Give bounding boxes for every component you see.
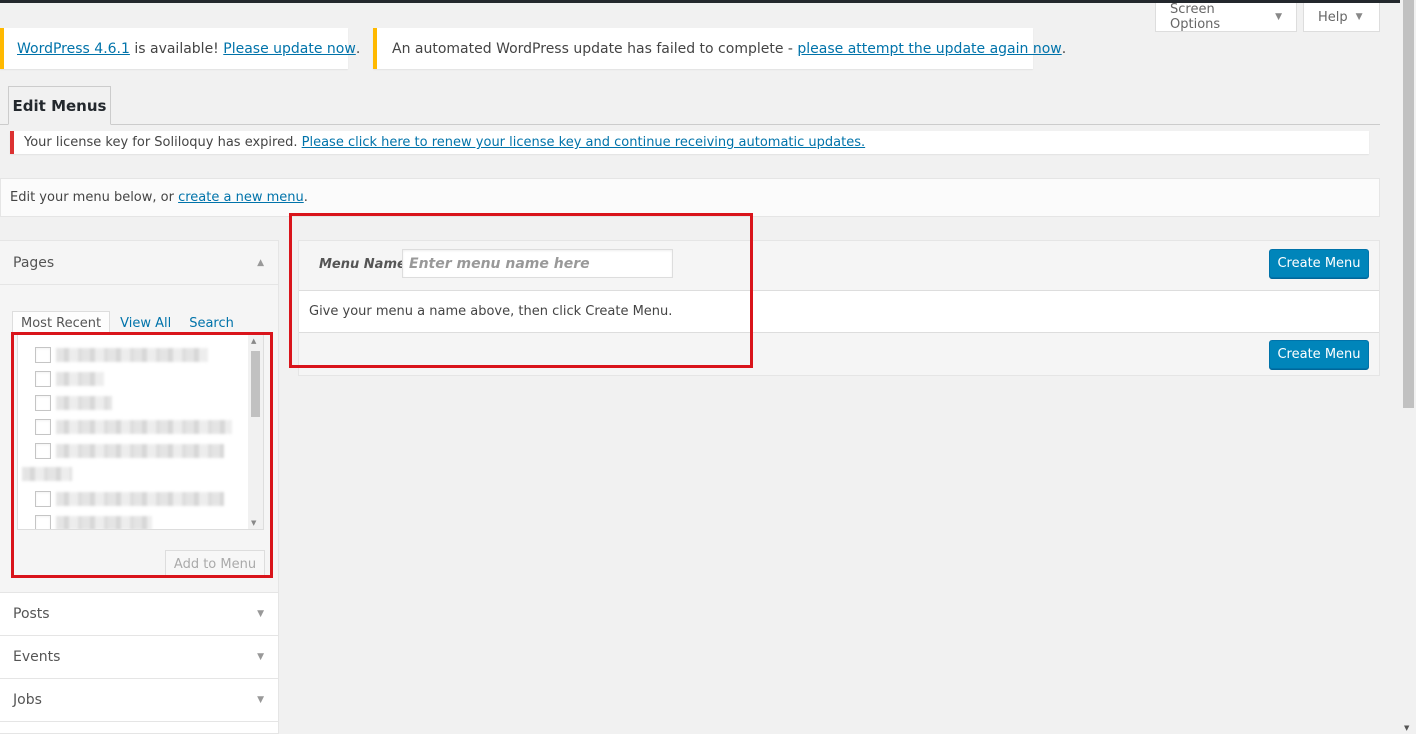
- accordion-section-events[interactable]: Events ▼: [0, 636, 278, 679]
- license-expired-notice: Your license key for Soliloquy has expir…: [10, 131, 1369, 154]
- tab-edit-menus[interactable]: Edit Menus: [8, 86, 111, 125]
- events-section-title: Events: [13, 649, 61, 665]
- scroll-down-icon[interactable]: ▼: [1404, 724, 1409, 732]
- redacted-page-title: [56, 516, 152, 529]
- tab-divider: [0, 124, 1380, 125]
- add-to-menu-button[interactable]: Add to Menu: [165, 550, 265, 578]
- page-scroll-thumb[interactable]: [1403, 0, 1414, 408]
- chevron-down-icon: ▼: [257, 609, 264, 619]
- menu-name-label: Menu Name: [319, 257, 406, 272]
- menu-name-input[interactable]: [402, 249, 673, 278]
- redacted-page-title: [56, 396, 112, 410]
- license-notice-text: Your license key for Soliloquy has expir…: [24, 135, 302, 150]
- create-menu-button-top[interactable]: Create Menu: [1269, 249, 1369, 278]
- redacted-page-title: [22, 467, 72, 481]
- chevron-down-icon: ▼: [257, 695, 264, 705]
- update-available-notice: WordPress 4.6.1 is available! Please upd…: [0, 28, 360, 69]
- chevron-down-icon: ▼: [1275, 12, 1282, 22]
- help-label: Help: [1318, 9, 1348, 25]
- jobs-section-title: Jobs: [13, 692, 42, 708]
- scroll-up-icon[interactable]: ▲: [251, 337, 256, 345]
- chevron-down-icon: ▼: [1355, 12, 1363, 22]
- menu-header: Menu Name Create Menu: [299, 241, 1379, 291]
- tab-most-recent[interactable]: Most Recent: [12, 311, 111, 335]
- checkbox[interactable]: [35, 371, 51, 387]
- help-button[interactable]: Help ▼: [1303, 3, 1380, 32]
- checkbox[interactable]: [35, 491, 51, 507]
- manage-text: Edit your menu below, or: [10, 190, 179, 205]
- list-item[interactable]: [35, 515, 152, 529]
- screen-options-label: Screen Options: [1170, 2, 1221, 32]
- pages-subtabs: Most Recent View All Search: [12, 311, 252, 335]
- pages-section-body: Most Recent View All Search ▲ ▼ Add to M…: [0, 285, 278, 593]
- checklist-scrollbar[interactable]: ▲ ▼: [248, 335, 263, 529]
- pages-checklist[interactable]: ▲ ▼: [17, 334, 264, 530]
- wordpress-version-link[interactable]: WordPress 4.6.1: [17, 41, 130, 57]
- checkbox[interactable]: [35, 443, 51, 459]
- scroll-down-icon[interactable]: ▼: [251, 519, 256, 527]
- list-item[interactable]: [35, 371, 104, 387]
- list-item[interactable]: [35, 443, 224, 459]
- list-item[interactable]: [35, 347, 208, 363]
- list-item[interactable]: [35, 395, 112, 411]
- update-failed-notice: An automated WordPress update has failed…: [373, 28, 1066, 69]
- redacted-page-title: [56, 444, 224, 458]
- accordion-section-jobs[interactable]: Jobs ▼: [0, 679, 278, 722]
- redacted-page-title: [56, 420, 232, 434]
- update-failed-tail: .: [1061, 40, 1067, 57]
- menu-footer: Create Menu: [299, 333, 1379, 375]
- checkbox[interactable]: [35, 419, 51, 435]
- please-update-link[interactable]: Please update now: [223, 41, 356, 57]
- list-item-continued: [22, 467, 72, 481]
- screen-options-button[interactable]: Screen Options ▼: [1155, 2, 1297, 32]
- redacted-page-title: [56, 372, 104, 386]
- manage-menus-bar: Edit your menu below, or create a new me…: [0, 178, 1380, 217]
- accordion-section-posts[interactable]: Posts ▼: [0, 593, 278, 636]
- checkbox[interactable]: [35, 347, 51, 363]
- list-item[interactable]: [35, 419, 232, 435]
- posts-section-title: Posts: [13, 606, 50, 622]
- redacted-page-title: [56, 348, 208, 362]
- menu-edit-panel: Menu Name Create Menu Give your menu a n…: [298, 240, 1380, 376]
- chevron-up-icon: ▲: [257, 257, 264, 268]
- attempt-update-link[interactable]: please attempt the update again now: [797, 41, 1061, 57]
- page-scrollbar[interactable]: ▼: [1400, 0, 1416, 734]
- create-menu-button-bottom[interactable]: Create Menu: [1269, 340, 1369, 369]
- renew-license-link[interactable]: Please click here to renew your license …: [302, 135, 866, 150]
- scroll-thumb[interactable]: [251, 351, 260, 417]
- manage-tail: .: [303, 190, 308, 205]
- checkbox[interactable]: [35, 395, 51, 411]
- checkbox[interactable]: [35, 515, 51, 529]
- pages-section-title: Pages: [13, 254, 55, 271]
- list-item[interactable]: [35, 491, 224, 507]
- menu-items-accordion: Pages ▲ Most Recent View All Search ▲ ▼ …: [0, 240, 279, 734]
- accordion-section-pages[interactable]: Pages ▲: [0, 241, 278, 285]
- create-new-menu-link[interactable]: create a new menu: [178, 190, 304, 205]
- tab-search[interactable]: Search: [189, 311, 234, 335]
- menu-instructions: Give your menu a name above, then click …: [299, 291, 1379, 333]
- tab-view-all[interactable]: View All: [120, 311, 171, 335]
- update-failed-text: An automated WordPress update has failed…: [392, 40, 798, 57]
- update-notice-tail: .: [355, 40, 361, 57]
- redacted-page-title: [56, 492, 224, 506]
- chevron-down-icon: ▼: [257, 652, 264, 662]
- update-notice-text: is available!: [129, 40, 224, 57]
